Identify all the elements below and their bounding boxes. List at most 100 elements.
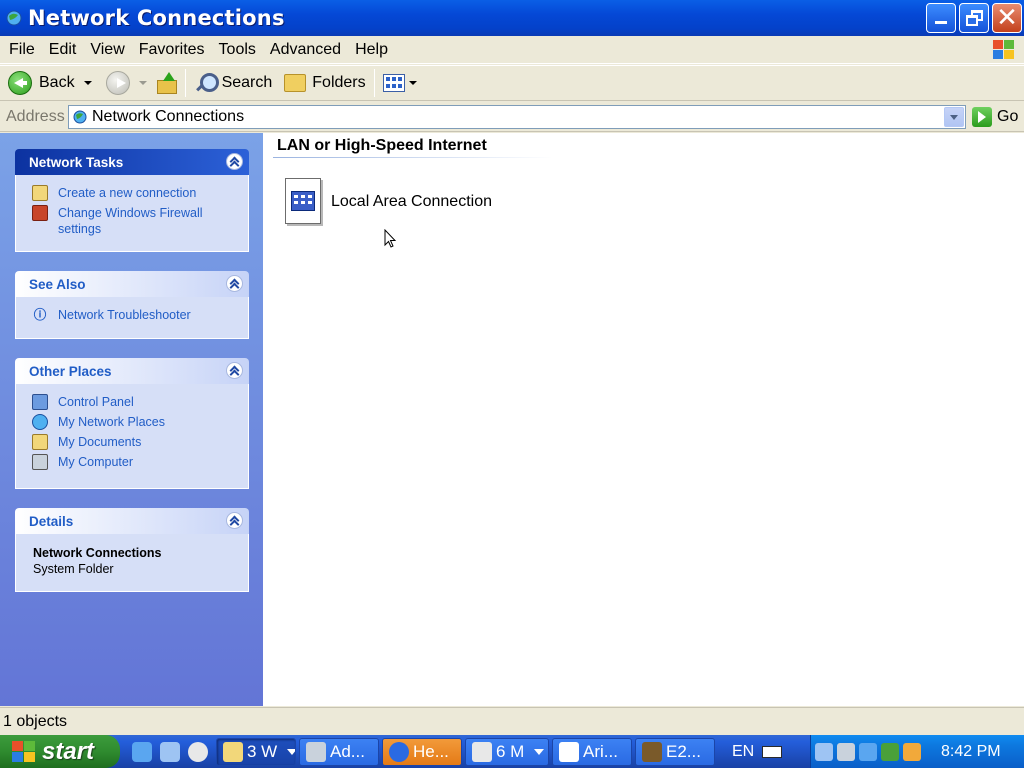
clock[interactable]: 8:42 PM <box>941 743 1001 761</box>
outlook-express-icon[interactable] <box>160 741 180 762</box>
folder-icon <box>223 741 243 762</box>
restore-button[interactable] <box>959 3 989 33</box>
menu-bar: File Edit View Favorites Tools Advanced … <box>0 36 1024 64</box>
file-view: LAN or High-Speed Internet Local Area Co… <box>263 133 1024 706</box>
tray-icon[interactable] <box>837 742 855 761</box>
taskbar-button-windows[interactable]: 3 W <box>216 737 296 766</box>
my-documents-link[interactable]: My Documents <box>16 432 248 452</box>
search-tray-icon[interactable] <box>903 742 921 761</box>
collapse-chevron-icon[interactable] <box>226 512 243 529</box>
my-network-places-link[interactable]: My Network Places <box>16 412 248 432</box>
change-firewall-settings-link[interactable]: Change Windows Firewall settings <box>16 203 248 239</box>
go-label: Go <box>997 107 1019 125</box>
close-button[interactable]: ✕ <box>992 3 1022 33</box>
back-button[interactable]: Back <box>4 67 96 99</box>
go-button[interactable]: Go <box>972 106 1019 127</box>
menu-edit[interactable]: Edit <box>42 41 84 59</box>
details-header[interactable]: Details <box>15 508 249 534</box>
menu-favorites[interactable]: Favorites <box>132 41 212 59</box>
document-icon <box>472 741 492 762</box>
create-new-connection-link[interactable]: Create a new connection <box>16 183 248 203</box>
network-tasks-header[interactable]: Network Tasks <box>15 149 249 175</box>
forward-arrow-icon <box>105 71 130 95</box>
internet-explorer-icon[interactable] <box>132 741 152 762</box>
menu-file[interactable]: File <box>0 41 42 59</box>
back-arrow-icon <box>8 71 32 95</box>
address-label: Address <box>6 107 65 125</box>
address-dropdown-button[interactable] <box>944 106 964 127</box>
folders-label: Folders <box>312 74 366 91</box>
collapse-chevron-icon[interactable] <box>226 362 243 379</box>
network-connections-icon <box>5 9 23 27</box>
network-tasks-panel: Network Tasks Create a new connection Ch… <box>15 149 249 252</box>
toolbar-separator <box>184 69 186 97</box>
menu-view[interactable]: View <box>83 41 131 59</box>
back-label: Back <box>39 74 75 91</box>
status-bar: 1 objects <box>0 707 1024 735</box>
taskbar-button-help[interactable]: He... <box>382 737 462 766</box>
chevron-down-icon[interactable] <box>83 81 92 85</box>
address-input[interactable]: Network Connections <box>68 104 966 129</box>
panel-title: Other Places <box>29 363 112 379</box>
other-places-panel: Other Places Control Panel My Network Pl… <box>15 358 249 489</box>
keyboard-icon[interactable] <box>762 745 783 758</box>
tray-icon[interactable] <box>815 742 833 761</box>
control-panel-link[interactable]: Control Panel <box>16 392 248 412</box>
taskbar-button-ari[interactable]: Ari... <box>552 737 632 766</box>
network-connections-icon <box>72 109 88 125</box>
toolbar: Back Search Folders <box>0 65 1024 101</box>
menu-tools[interactable]: Tools <box>212 41 263 59</box>
new-connection-icon <box>32 185 48 201</box>
go-arrow-icon <box>972 106 992 127</box>
chevron-down-icon[interactable] <box>408 81 417 85</box>
folder-up-icon <box>155 72 177 94</box>
chevron-down-icon[interactable] <box>138 81 147 85</box>
menu-help[interactable]: Help <box>348 41 395 59</box>
details-panel: Details Network Connections System Folde… <box>15 508 249 592</box>
help-icon <box>389 741 409 762</box>
local-area-connection-item[interactable]: Local Area Connection <box>283 177 492 227</box>
restore-icon <box>966 15 978 26</box>
menu-advanced[interactable]: Advanced <box>263 41 348 59</box>
views-icon <box>382 74 405 92</box>
window-title: Network Connections <box>28 6 285 30</box>
collapse-chevron-icon[interactable] <box>226 275 243 292</box>
forward-button[interactable] <box>102 67 151 99</box>
network-tray-icon[interactable] <box>859 742 877 761</box>
other-places-header[interactable]: Other Places <box>15 358 249 384</box>
see-also-header[interactable]: See Also <box>15 271 249 297</box>
start-button[interactable]: start <box>0 735 120 768</box>
windows-logo-icon <box>990 38 1016 62</box>
tray-icon[interactable] <box>881 742 899 761</box>
minimize-icon <box>935 21 947 24</box>
system-tray: 8:42 PM <box>810 735 1024 768</box>
status-text: 1 objects <box>3 712 68 730</box>
details-type: System Folder <box>33 562 114 576</box>
language-indicator[interactable]: EN <box>732 743 754 761</box>
document-icon <box>559 741 579 762</box>
collapse-chevron-icon[interactable] <box>226 153 243 170</box>
taskbar-button-group[interactable]: 6 M <box>465 737 549 766</box>
network-troubleshooter-link[interactable]: ⓘ Network Troubleshooter <box>16 305 248 325</box>
network-places-icon <box>32 414 48 430</box>
program-icon <box>642 741 662 762</box>
see-also-panel: See Also ⓘ Network Troubleshooter <box>15 271 249 339</box>
media-player-icon[interactable] <box>188 741 208 762</box>
chevron-down-icon <box>287 748 295 755</box>
folders-icon <box>284 74 307 92</box>
views-button[interactable] <box>379 67 421 99</box>
folders-button[interactable]: Folders <box>280 67 369 99</box>
panel-title: See Also <box>29 276 86 292</box>
info-icon: ⓘ <box>33 308 47 322</box>
minimize-button[interactable] <box>926 3 956 33</box>
taskbar-button-e2[interactable]: E2... <box>635 737 715 766</box>
group-divider <box>273 157 553 158</box>
close-icon: ✕ <box>996 3 1018 33</box>
start-label: start <box>42 737 95 765</box>
my-computer-link[interactable]: My Computer <box>16 452 248 472</box>
chevron-down-icon <box>534 748 545 755</box>
taskbar-button-ad[interactable]: Ad... <box>299 737 379 766</box>
firewall-icon <box>32 205 48 221</box>
search-button[interactable]: Search <box>190 67 277 99</box>
up-button[interactable] <box>151 67 181 99</box>
